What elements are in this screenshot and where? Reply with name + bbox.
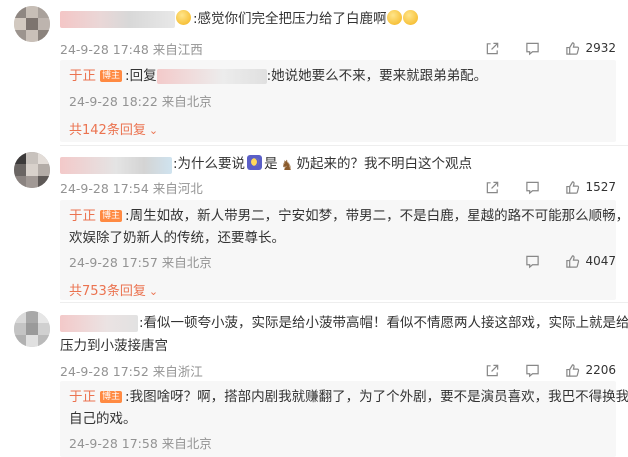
avatar[interactable] [14, 6, 50, 42]
horse-emoji-icon: ♞ [280, 158, 294, 174]
emoji-icon [402, 10, 418, 25]
reply-author[interactable]: 于正 [69, 208, 96, 224]
username-blurred[interactable] [60, 315, 138, 332]
like-icon[interactable] [564, 362, 580, 378]
reply-text: 于正 博主:周生如故，新人带男二，宁安如梦，带男二，不是白鹿，星越的路不可能那么顺… [69, 208, 628, 246]
like-icon[interactable] [564, 253, 580, 269]
moon-emoji-icon [247, 155, 263, 170]
comment-actions: 1527 [484, 178, 616, 196]
share-icon[interactable] [484, 40, 500, 56]
comment-text-cont: 压力到小菠接唐宫 [60, 338, 168, 354]
reply-text: 于正 博主:回复:她说她要么不来，要来就跟弟弟配。 [69, 68, 488, 84]
reply-box: 于正 博主:周生如故，新人带男二，宁安如梦，带男二，不是白鹿，星越的路不可能那么顺… [60, 200, 628, 300]
comment-actions: 2932 [484, 39, 616, 57]
avatar[interactable] [14, 311, 50, 347]
like-count: 2932 [585, 41, 616, 55]
comment-meta: 24-9-28 17:52 来自浙江 [60, 364, 203, 379]
comment-actions: 2206 [484, 361, 616, 379]
comment-icon[interactable] [524, 40, 540, 56]
author-badge: 博主 [100, 210, 123, 222]
comment-text: :感觉你们完全把压力给了白鹿啊 [176, 7, 418, 31]
comment-icon[interactable] [524, 362, 540, 378]
reply-meta: 24-9-28 18:22 来自北京 [69, 94, 212, 109]
author-badge: 博主 [100, 391, 123, 403]
share-icon[interactable] [484, 362, 500, 378]
reply-target-blurred[interactable] [156, 68, 267, 84]
comment-icon[interactable] [524, 253, 540, 269]
like-count: 4047 [585, 254, 616, 268]
chevron-down-icon: ⌄ [148, 124, 159, 137]
reply-text: 于正 博主:我图啥呀？啊，搭部内剧我就赚翻了，为了个外剧，要不是演员喜欢，我巴不得… [69, 389, 628, 427]
comment-text: :看似一顿夸小菠，实际是给小菠带高帽！看似不情愿两人接这部戏，实际上就是给 [139, 315, 628, 331]
comment-3: :看似一顿夸小菠，实际是给小菠带高帽！看似不情愿两人接这部戏，实际上就是给 压力… [0, 303, 628, 457]
like-count: 1527 [585, 180, 616, 194]
comment-meta: 24-9-28 17:54 来自河北 [60, 181, 203, 196]
username-blurred[interactable] [60, 157, 172, 174]
like-icon[interactable] [564, 179, 580, 195]
chevron-down-icon: ⌄ [148, 285, 159, 298]
reply-actions: 4047 [524, 252, 616, 270]
comment-icon[interactable] [524, 179, 540, 195]
like-icon[interactable] [564, 40, 580, 56]
comment-2: :为什么要说是 ♞ 奶起来的？我不明白这个观点 24-9-28 17:54 来自河北… [0, 146, 628, 302]
reply-meta: 24-9-28 17:58 来自北京 [69, 436, 212, 451]
avatar[interactable] [14, 152, 50, 188]
author-badge: 博主 [100, 70, 123, 82]
emoji-icon [176, 10, 191, 25]
reply-meta: 24-9-28 17:57 来自北京 [69, 255, 212, 270]
reply-author[interactable]: 于正 [69, 389, 96, 405]
reply-box: 于正 博主:回复:她说她要么不来，要来就跟弟弟配。 24-9-28 18:22 来… [60, 60, 616, 142]
more-replies-link[interactable]: 共142条回复 ⌄ [69, 119, 158, 138]
comment-1: :感觉你们完全把压力给了白鹿啊 24-9-28 17:48 来自江西 2932 … [0, 0, 628, 145]
comment-meta: 24-9-28 17:48 来自江西 [60, 42, 203, 57]
reply-box: 于正 博主:我图啥呀？啊，搭部内剧我就赚翻了，为了个外剧，要不是演员喜欢，我巴不得… [60, 381, 628, 457]
reply-author[interactable]: 于正 [69, 68, 96, 84]
comment-text: :为什么要说是 ♞ 奶起来的？我不明白这个观点 [173, 155, 473, 174]
username-blurred[interactable] [60, 11, 175, 28]
like-count: 2206 [585, 363, 616, 377]
share-icon[interactable] [484, 179, 500, 195]
more-replies-link[interactable]: 共753条回复 ⌄ [69, 280, 158, 299]
emoji-icon [386, 10, 402, 25]
